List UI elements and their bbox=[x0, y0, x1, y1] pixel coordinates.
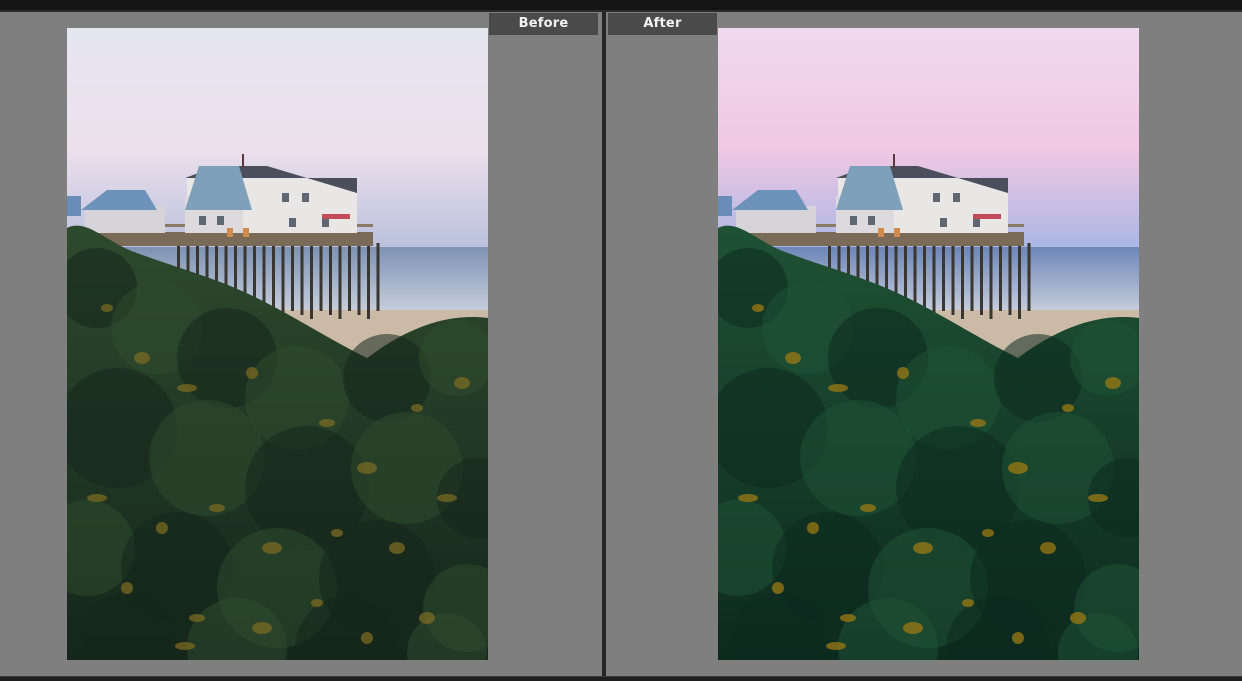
before-pane[interactable]: Before bbox=[0, 12, 602, 676]
photo-before-graphic bbox=[67, 28, 488, 660]
after-pane[interactable]: After bbox=[606, 12, 1242, 676]
photo-after-image[interactable] bbox=[718, 28, 1139, 660]
building-edge bbox=[67, 196, 81, 216]
building-edge bbox=[718, 196, 732, 216]
door-left bbox=[878, 228, 884, 237]
pier-deck bbox=[95, 232, 373, 246]
flag-pole bbox=[893, 154, 895, 168]
lightroom-compare-window: Before After bbox=[0, 0, 1242, 681]
after-label: After bbox=[608, 13, 717, 35]
photo-after-graphic bbox=[718, 28, 1139, 660]
building-sign bbox=[322, 214, 350, 219]
top-toolbar bbox=[0, 0, 1242, 10]
filmstrip-edge bbox=[0, 676, 1242, 681]
flag-pole bbox=[242, 154, 244, 168]
building-left bbox=[736, 206, 816, 233]
photo-before-image[interactable] bbox=[67, 28, 488, 660]
building-left bbox=[85, 206, 165, 233]
door-left bbox=[227, 228, 233, 237]
pier-deck bbox=[746, 232, 1024, 246]
before-label: Before bbox=[489, 13, 598, 35]
door-right bbox=[243, 228, 249, 237]
door-right bbox=[894, 228, 900, 237]
building-sign bbox=[973, 214, 1001, 219]
